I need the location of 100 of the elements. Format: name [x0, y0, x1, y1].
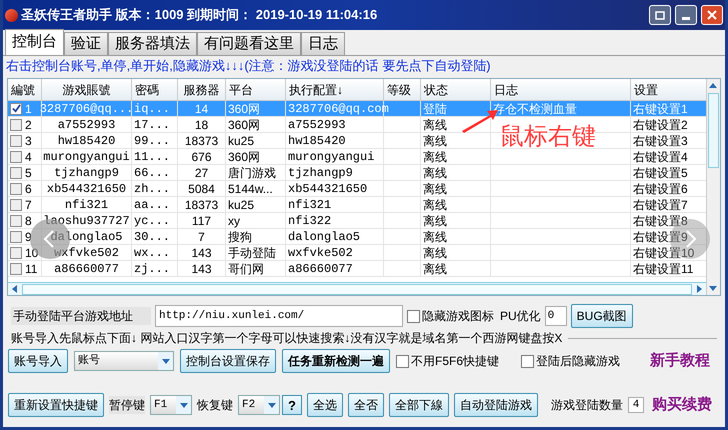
checkbox[interactable]: [10, 246, 22, 258]
table-cell-text: tjzhangp9: [54, 164, 119, 182]
column-header[interactable]: 日志: [491, 79, 631, 100]
checkbox[interactable]: [10, 214, 22, 226]
column-header[interactable]: 服務器: [178, 79, 226, 100]
checkbox[interactable]: 隐藏游戏图标: [407, 307, 494, 325]
table-cell-text: ku25: [228, 132, 254, 150]
recheck-button[interactable]: 任务重新检测一遍: [282, 349, 390, 373]
checkbox[interactable]: [10, 150, 22, 162]
pu-field[interactable]: 0: [544, 306, 567, 326]
table-cell-text: 右键设置2: [633, 116, 688, 134]
table-cell-text: 30...: [134, 228, 170, 246]
maximize-button[interactable]: [649, 5, 671, 25]
minimize-button[interactable]: [675, 5, 697, 25]
table-cell-text: 11: [25, 260, 38, 278]
table-cell-text: xb544321650: [46, 180, 126, 198]
bug-screenshot-button[interactable]: BUG截图: [570, 304, 633, 328]
table-cell-text: ku25: [228, 196, 254, 214]
table-cell-text: a86660077: [288, 260, 353, 278]
dropdown-icon[interactable]: [266, 400, 276, 410]
table-cell-text: 登陆: [423, 100, 447, 118]
checkbox[interactable]: [10, 262, 22, 274]
scroll-up-icon[interactable]: [708, 81, 718, 91]
table-cell-text: 离线: [423, 244, 447, 262]
table-cell-text: 离线: [423, 260, 447, 278]
dropdown-icon[interactable]: [160, 356, 170, 366]
table-cell-text: 360网: [228, 100, 260, 118]
column-header[interactable]: 状态: [421, 79, 491, 100]
tab[interactable]: 有问题看这里: [197, 32, 301, 55]
scroll-down-icon[interactable]: [708, 283, 718, 293]
tab[interactable]: 日志: [301, 32, 345, 55]
tab[interactable]: 服务器填法: [108, 32, 197, 55]
table-cell-text: 5144w...: [228, 180, 273, 198]
table-cell-text: murongyangui: [288, 148, 374, 166]
table-row[interactable]: 11 a86660077 zj... 143 哥们网 a86660077 离线 右键设置11: [8, 261, 706, 277]
column-header[interactable]: 編號: [8, 79, 42, 100]
account-select[interactable]: 账号: [74, 351, 174, 371]
save-button[interactable]: 控制台设置保存: [180, 349, 276, 373]
table-cell-text: 离线: [423, 180, 447, 198]
tab[interactable]: 控制台: [5, 29, 64, 55]
column-header[interactable]: 密碼: [132, 79, 178, 100]
reset-shortcut-button[interactable]: 重新设置快捷键: [8, 393, 104, 417]
column-header[interactable]: 平台: [226, 79, 286, 100]
table-cell-text: 360网: [228, 148, 260, 166]
checkbox[interactable]: [10, 118, 22, 130]
table-cell-text: 143: [191, 244, 212, 262]
checkbox[interactable]: [10, 102, 22, 114]
resume-label: 恢复键: [197, 397, 233, 414]
address-field[interactable]: http://niu.xunlei.com/: [155, 305, 403, 327]
table-cell-text: tjzhangp9: [288, 164, 353, 182]
column-header[interactable]: 执行配置↓: [286, 79, 384, 100]
checkbox[interactable]: [10, 198, 22, 210]
table-row[interactable]: 4 murongyangui 11... 676 360网 murongyangui 离线 右键设置4: [8, 149, 706, 165]
table-cell-text: zj...: [134, 260, 170, 278]
scrollbar-thumb[interactable]: [22, 284, 692, 294]
checkbox[interactable]: [10, 230, 22, 242]
scroll-left-icon[interactable]: [10, 284, 20, 294]
tab[interactable]: 验证: [64, 32, 108, 55]
pause-key-select[interactable]: F1: [150, 395, 192, 415]
table-row[interactable]: 6 xb544321650 zh... 5084 5144w... xb544321650 离线 右键设置6: [8, 181, 706, 197]
table-cell-text: laoshu937727: [43, 212, 130, 230]
apple-icon: [5, 8, 18, 22]
dropdown-icon[interactable]: [178, 400, 188, 410]
action-button[interactable]: 全选: [307, 393, 343, 417]
checkbox[interactable]: 不用F5F6快捷键: [396, 352, 500, 370]
table-cell-text: 离线: [423, 228, 447, 246]
table-cell-text: 10: [25, 244, 38, 262]
resume-key-select[interactable]: F2: [238, 395, 280, 415]
close-button[interactable]: [701, 5, 723, 25]
table-cell-text: iq...: [134, 100, 170, 118]
table-cell-text: 右键设置1: [633, 100, 688, 118]
action-button[interactable]: 全部下線: [389, 393, 449, 417]
hint-text: 右击控制台账号,单停,单开始,隐藏游戏↓↓↓(注意：游戏没登陆的话 要先点下自动登陆): [5, 57, 492, 75]
checkbox[interactable]: [10, 134, 22, 146]
table-cell-text: 6: [25, 180, 32, 198]
table-row[interactable]: 7 nfi321 aa... 18373 ku25 nfi321 离线 右键设置7: [8, 197, 706, 213]
scroll-right-icon[interactable]: [694, 284, 704, 294]
help-button[interactable]: ?: [282, 395, 302, 415]
table-cell-text: 离线: [423, 148, 447, 166]
table-cell-text: 离线: [423, 212, 447, 230]
table-cell-text: 离线: [423, 164, 447, 182]
column-header[interactable]: 等级: [384, 79, 421, 100]
table-row[interactable]: 5 tjzhangp9 66... 27 唐门游戏 tjzhangp9 离线 右键设置5: [8, 165, 706, 181]
column-header[interactable]: 游戏賬號: [42, 79, 132, 100]
table-cell-text: a7552993: [58, 116, 116, 134]
table-cell-text: 7: [25, 196, 32, 214]
checkbox[interactable]: [10, 166, 22, 178]
table-cell-text: 右键设置6: [633, 180, 688, 198]
table-cell-text: nfi322: [288, 212, 332, 230]
checkbox[interactable]: 登陆后隐藏游戏: [521, 352, 620, 370]
count-field[interactable]: 4: [628, 397, 644, 413]
buy-link[interactable]: 购买续费: [652, 394, 712, 416]
action-button[interactable]: 自动登陆游戏: [454, 393, 538, 417]
scrollbar-thumb[interactable]: [708, 93, 719, 168]
table-cell-text: dalonglao5: [288, 228, 360, 246]
table-cell-text: 27: [194, 164, 208, 182]
checkbox[interactable]: [10, 182, 22, 194]
tutorial-link[interactable]: 新手教程: [650, 350, 710, 372]
action-button[interactable]: 全否: [348, 393, 384, 417]
import-button[interactable]: 账号导入: [8, 349, 68, 373]
